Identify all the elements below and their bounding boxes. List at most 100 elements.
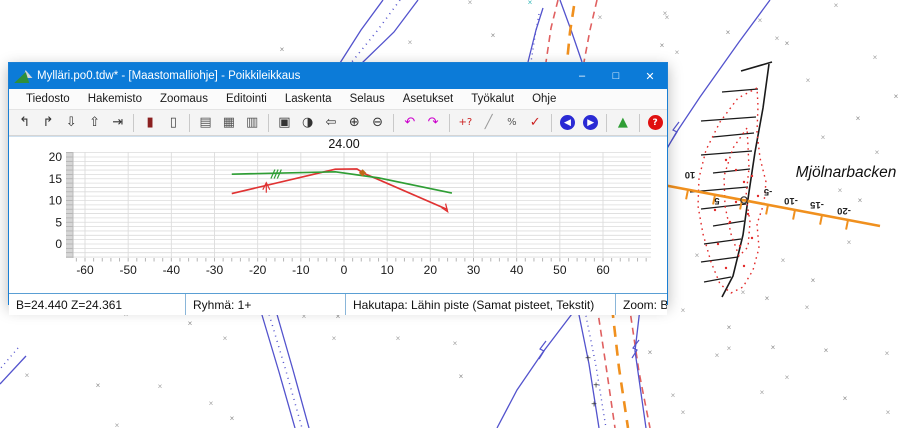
titlebar[interactable]: Mylläri.po0.tdw* - [Maastomalliohje] - P… (9, 63, 667, 89)
menu-selaus[interactable]: Selaus (341, 91, 394, 107)
svg-text:-10: -10 (292, 263, 310, 277)
svg-text:×: × (805, 303, 810, 312)
svg-text:×: × (408, 38, 413, 47)
redraw-button[interactable]: ◑ (297, 112, 318, 133)
zoom-out-button[interactable]: ⊖ (367, 112, 388, 133)
read-file-button[interactable]: ↰ (14, 112, 35, 133)
volumes-m3-button[interactable]: ▲ (612, 112, 633, 133)
measure-line-icon: ╱ (485, 115, 493, 130)
point-id-list-icon: ▦ (223, 115, 235, 130)
search-mode-readout: Hakutapa: Lähin piste (Samat pisteet, Te… (346, 294, 616, 315)
dotted-contour (724, 128, 750, 256)
svg-text:×: × (396, 334, 401, 343)
zoom-in-button[interactable]: ⊕ (344, 112, 365, 133)
maximize-button[interactable]: □ (599, 63, 633, 89)
svg-text:×: × (230, 414, 235, 423)
station-label: -15 (809, 199, 823, 210)
surface-profile-green (232, 172, 452, 193)
svg-text:×: × (727, 323, 732, 332)
toolbar-separator (268, 114, 269, 132)
svg-text:×: × (824, 346, 829, 355)
svg-text:×: × (894, 92, 899, 101)
menu-editointi[interactable]: Editointi (217, 91, 276, 107)
map-line (546, 0, 558, 62)
coords-xyz-button[interactable]: % (501, 112, 522, 133)
plus-point-mark: + (593, 381, 599, 392)
svg-text:30: 30 (467, 263, 481, 277)
undo-button[interactable]: ↶ (399, 112, 420, 133)
zoom-extents-button[interactable]: ▣ (274, 112, 295, 133)
load-file-up-icon: ⇧ (89, 115, 100, 130)
svg-text:×: × (453, 339, 458, 348)
toolbar-separator (449, 114, 450, 132)
point-info-button[interactable]: +? (455, 112, 476, 133)
print-icon: ▤ (199, 115, 211, 130)
cross-section-chart: -60-50-40-30-20-100102030405060051015202… (9, 137, 665, 288)
menu-laskenta[interactable]: Laskenta (276, 91, 341, 107)
menu-asetukset[interactable]: Asetukset (394, 91, 463, 107)
menu-ohje[interactable]: Ohje (523, 91, 565, 107)
svg-text:×: × (115, 421, 120, 428)
svg-text:×: × (873, 53, 878, 62)
svg-text:10: 10 (49, 194, 63, 208)
point-id-list-button[interactable]: ▦ (218, 112, 239, 133)
svg-text:×: × (843, 394, 848, 403)
svg-text:×: × (681, 306, 686, 315)
app-icon (16, 70, 31, 83)
svg-text:×: × (158, 382, 163, 391)
map-line (0, 356, 26, 384)
svg-text:×: × (856, 114, 861, 123)
svg-text:×: × (771, 343, 776, 352)
menu-tiedosto[interactable]: Tiedosto (17, 91, 79, 107)
svg-text:×: × (838, 186, 843, 195)
svg-text:×: × (25, 371, 30, 380)
menubar: TiedostoHakemistoZoomausEditointiLaskent… (9, 89, 667, 110)
svg-text:×: × (821, 133, 826, 142)
load-file-up-button[interactable]: ⇧ (84, 112, 105, 133)
menu-zoomaus[interactable]: Zoomaus (151, 91, 217, 107)
prev-section-button[interactable]: ◀ (557, 112, 578, 133)
active-file-button[interactable]: ▮ (139, 112, 160, 133)
save-file-down-button[interactable]: ⇩ (61, 112, 82, 133)
help-icon: ? (648, 115, 663, 130)
svg-text:5: 5 (55, 215, 62, 229)
svg-text:×: × (885, 349, 890, 358)
svg-text:×: × (834, 1, 839, 10)
toolbar-separator (551, 114, 552, 132)
close-button[interactable]: ✕ (633, 63, 667, 89)
zoom-readout: Zoom: BZ (616, 294, 667, 315)
map-line (531, 14, 539, 62)
menu-tyokalut[interactable]: Työkalut (462, 91, 523, 107)
section-station-title: 24.00 (328, 137, 359, 151)
minimize-button[interactable]: – (565, 63, 599, 89)
print-button[interactable]: ▤ (195, 112, 216, 133)
svg-text:×: × (781, 256, 786, 265)
svg-text:×: × (715, 351, 720, 360)
code-check-button[interactable]: ✓ (525, 112, 546, 133)
statusbar: B=24.440 Z=24.361Ryhmä: 1+Hakutapa: Lähi… (9, 293, 667, 315)
measure-line-button[interactable]: ╱ (478, 112, 499, 133)
svg-text:×: × (695, 251, 700, 260)
next-section-button[interactable]: ▶ (580, 112, 601, 133)
station-label: -10 (784, 195, 798, 206)
copy-file-button[interactable]: ▯ (163, 112, 184, 133)
svg-text:×: × (491, 31, 496, 40)
svg-text:×: × (332, 334, 337, 343)
svg-text:-20: -20 (249, 263, 267, 277)
redo-button[interactable]: ↷ (422, 112, 443, 133)
svg-text:20: 20 (424, 263, 438, 277)
svg-text:50: 50 (553, 263, 567, 277)
menu-hakemisto[interactable]: Hakemisto (79, 91, 151, 107)
svg-text:×: × (223, 334, 228, 343)
desktop: { "window": { "title": "Mylläri.po0.tdw*… (0, 0, 900, 428)
write-file-button[interactable]: ↱ (37, 112, 58, 133)
undo-icon: ↶ (404, 115, 415, 130)
toolbar-separator (133, 114, 134, 132)
zoom-previous-button[interactable]: ⇦ (320, 112, 341, 133)
redo-icon: ↷ (428, 115, 439, 130)
cross-section-view[interactable]: -60-50-40-30-20-100102030405060051015202… (9, 136, 667, 293)
file-forward-button[interactable]: ⇥ (107, 112, 128, 133)
help-button[interactable]: ? (645, 112, 666, 133)
zoom-previous-icon: ⇦ (326, 115, 337, 130)
save-image-button[interactable]: ▥ (242, 112, 263, 133)
